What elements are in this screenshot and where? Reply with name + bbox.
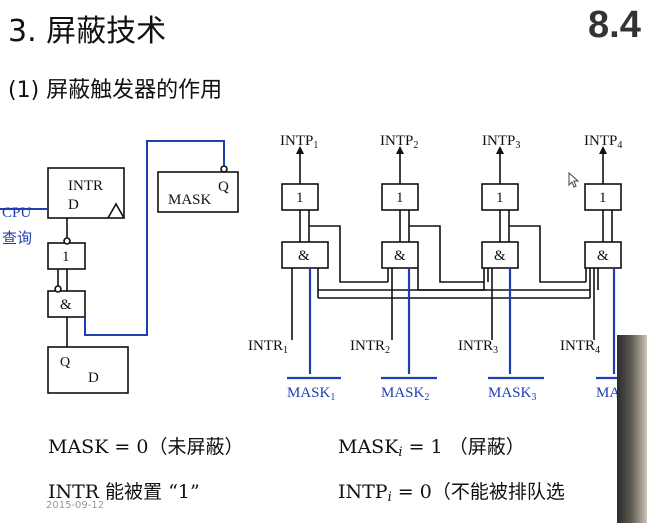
right-and-label-2: & — [394, 248, 406, 264]
intp2-sub: 2 — [413, 140, 418, 151]
mask2-label: MASK2 — [381, 385, 429, 403]
mask-one-rest: = 1 （屏蔽） — [402, 436, 525, 458]
mask2-name: MASK — [381, 385, 425, 401]
date-stamp: 2015-09-12 — [46, 500, 105, 511]
clock-triangle — [107, 202, 125, 219]
intr1-label: INTR1 — [248, 338, 288, 356]
right-or-label-1: 1 — [296, 190, 304, 206]
intp3-name: INTP — [482, 133, 515, 149]
intp4-sub: 4 — [617, 140, 622, 151]
feed-1-2 — [309, 225, 388, 283]
or-input-bubble — [63, 237, 71, 245]
mouse-cursor-icon — [568, 172, 580, 188]
intp-zero-text: INTPi = 0（不能被排队选 — [338, 477, 565, 505]
cpu-label: CPU — [2, 205, 31, 221]
intr4-name: INTR — [560, 338, 595, 354]
intp2-name: INTP — [380, 133, 413, 149]
mask-feedback-wire — [84, 140, 225, 336]
intp1-label: INTP1 — [280, 133, 318, 151]
intr4-sub: 4 — [595, 345, 600, 356]
intp1-name: INTP — [280, 133, 313, 149]
intr3-name: INTR — [458, 338, 493, 354]
mask-one-main: MASK — [338, 436, 399, 458]
mask-zero-text: MASK = 0（未屏蔽） — [48, 436, 244, 458]
mask-qbar-bubble — [220, 165, 228, 173]
mask1-name: MASK — [287, 385, 331, 401]
intr3-sub: 3 — [493, 345, 498, 356]
query-label: 查询 — [2, 229, 32, 247]
right-and-label-1: & — [298, 248, 310, 264]
mask-label: MASK — [168, 192, 212, 208]
intp3-label: INTP3 — [482, 133, 520, 151]
right-or-label-4: 1 — [599, 190, 607, 206]
mask-q-label: Q — [218, 179, 229, 195]
intr1-sub: 1 — [283, 345, 288, 356]
feed-3-4 — [509, 225, 586, 283]
intr2-sub: 2 — [385, 345, 390, 356]
lower-q-label: Q — [60, 355, 70, 370]
right-or-label-2: 1 — [396, 190, 404, 206]
mask1-label: MASK1 — [287, 385, 335, 403]
intr4-label: INTR4 — [560, 338, 600, 356]
intp-zero-rest: = 0（不能被排队选 — [391, 481, 565, 503]
mask-one-text: MASKi = 1 （屏蔽） — [338, 432, 525, 460]
intp-zero-main: INTP — [338, 481, 388, 503]
mask2-sub: 2 — [424, 392, 429, 403]
right-and-label-4: & — [597, 248, 609, 264]
feed-2-3 — [409, 225, 484, 283]
intr-d-label: D — [68, 197, 79, 213]
intr3-label: INTR3 — [458, 338, 498, 356]
mask1-sub: 1 — [330, 392, 335, 403]
mask3-name: MASK — [488, 385, 532, 401]
intp4-label: INTP4 — [584, 133, 622, 151]
intr2-label: INTR2 — [350, 338, 390, 356]
right-or-label-3: 1 — [496, 190, 504, 206]
mask3-sub: 3 — [531, 392, 536, 403]
mask3-label: MASK3 — [488, 385, 536, 403]
right-and-label-3: & — [494, 248, 506, 264]
intr2-name: INTR — [350, 338, 385, 354]
intr1-name: INTR — [248, 338, 283, 354]
intp3-sub: 3 — [515, 140, 520, 151]
intp2-label: INTP2 — [380, 133, 418, 151]
presenter-video-overlay — [617, 335, 647, 523]
left-or-label: 1 — [62, 249, 70, 265]
left-and-label: & — [60, 297, 72, 313]
intp1-sub: 1 — [313, 140, 318, 151]
lower-d-label: D — [88, 370, 99, 386]
intr-label: INTR — [68, 178, 103, 194]
and-input-bubble — [54, 285, 62, 293]
intp4-name: INTP — [584, 133, 617, 149]
